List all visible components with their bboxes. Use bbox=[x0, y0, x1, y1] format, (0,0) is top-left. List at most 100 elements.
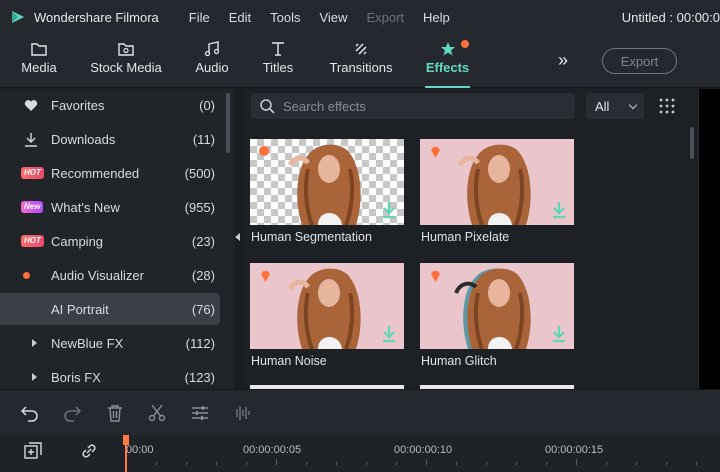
effects-star-icon bbox=[440, 42, 455, 56]
sidebar-item-favorites[interactable]: Favorites (0) bbox=[0, 89, 220, 121]
effect-thumbnail bbox=[420, 263, 574, 349]
download-icon[interactable] bbox=[382, 201, 396, 219]
tick-mark bbox=[516, 462, 517, 465]
menu-bar: File Edit Tools View Export Help bbox=[189, 10, 469, 25]
tab-titles[interactable]: Titles bbox=[261, 34, 295, 88]
effect-card-human-segmentation[interactable]: Human Segmentation bbox=[250, 139, 404, 251]
effect-thumbnail bbox=[250, 263, 404, 349]
effect-card-human-pixelate[interactable]: Human Pixelate bbox=[420, 139, 574, 251]
premium-dot-icon bbox=[259, 146, 269, 156]
effect-thumbnail bbox=[250, 139, 404, 225]
timeline-toolbar bbox=[0, 389, 720, 435]
title-bar: Wondershare Filmora File Edit Tools View… bbox=[0, 0, 720, 34]
stock-media-icon bbox=[118, 43, 134, 56]
menu-view[interactable]: View bbox=[319, 10, 347, 25]
effect-card-human-glitch[interactable]: Human Glitch bbox=[420, 263, 574, 375]
download-icon[interactable] bbox=[382, 325, 396, 343]
playhead[interactable] bbox=[123, 435, 129, 472]
document-title: Untitled : 00:00:0 bbox=[621, 10, 720, 25]
tick-mark bbox=[186, 462, 187, 465]
sidebar-item-ai-portrait[interactable]: AI Portrait (76) bbox=[0, 293, 220, 325]
filter-dropdown[interactable]: All bbox=[586, 93, 644, 119]
dot-icon bbox=[23, 271, 30, 279]
tab-stock-media[interactable]: Stock Media bbox=[90, 34, 162, 88]
download-icon[interactable] bbox=[552, 201, 566, 219]
sidebar-item-newblue-fx[interactable]: NewBlue FX (112) bbox=[0, 327, 220, 359]
effect-thumbnail bbox=[420, 139, 574, 225]
filmora-logo-icon bbox=[12, 11, 24, 23]
hot-badge: HOT bbox=[21, 167, 44, 179]
link-icon[interactable] bbox=[80, 442, 98, 460]
text-t-icon bbox=[272, 42, 284, 56]
portrait-image bbox=[287, 144, 361, 225]
tick-label: 00:00 bbox=[126, 444, 154, 456]
sidebar-item-audio-visualizer[interactable]: Audio Visualizer (28) bbox=[0, 259, 220, 291]
download-icon bbox=[25, 132, 37, 147]
preview-window bbox=[698, 89, 720, 389]
tick-mark bbox=[156, 462, 157, 465]
heart-icon bbox=[24, 99, 38, 111]
tick-mark bbox=[396, 462, 397, 465]
portrait-image bbox=[457, 144, 531, 225]
tick-mark bbox=[636, 462, 637, 465]
add-track-icon[interactable] bbox=[24, 442, 42, 460]
menu-tools[interactable]: Tools bbox=[270, 10, 300, 25]
timeline-ruler[interactable]: 00:00 00:00:00:05 00:00:00:10 00:00:00:1… bbox=[0, 435, 720, 472]
sidebar-item-camping[interactable]: HOT Camping (23) bbox=[0, 225, 220, 257]
collapse-sidebar-icon[interactable] bbox=[235, 233, 240, 241]
sidebar-item-recommended[interactable]: HOT Recommended (500) bbox=[0, 157, 220, 189]
tick-mark bbox=[546, 462, 547, 465]
tick-mark bbox=[426, 459, 427, 465]
grid-view-icon[interactable] bbox=[659, 98, 675, 114]
menu-file[interactable]: File bbox=[189, 10, 210, 25]
tick-mark bbox=[486, 462, 487, 465]
caret-right-icon bbox=[32, 373, 37, 381]
tab-transitions[interactable]: Transitions bbox=[329, 34, 393, 88]
menu-edit[interactable]: Edit bbox=[229, 10, 251, 25]
more-tabs-button[interactable]: » bbox=[558, 50, 568, 71]
menu-export[interactable]: Export bbox=[366, 10, 404, 25]
tick-mark bbox=[336, 462, 337, 465]
chevron-down-icon bbox=[628, 100, 638, 110]
tick-label: 00:00:00:10 bbox=[394, 444, 453, 456]
tick-mark bbox=[666, 462, 667, 465]
transitions-icon bbox=[355, 43, 367, 55]
tick-mark bbox=[576, 459, 577, 465]
effects-scrollbar[interactable] bbox=[690, 127, 694, 159]
download-icon[interactable] bbox=[552, 325, 566, 343]
adjust-sliders-icon[interactable] bbox=[190, 403, 210, 423]
undo-icon[interactable] bbox=[20, 403, 40, 423]
tick-mark bbox=[306, 462, 307, 465]
gem-icon bbox=[431, 147, 440, 158]
sidebar-scrollbar[interactable] bbox=[226, 93, 230, 153]
effect-card-human-noise[interactable]: Human Noise bbox=[250, 263, 404, 375]
effects-notification-dot bbox=[461, 40, 469, 48]
sidebar-item-whats-new[interactable]: New What's New (955) bbox=[0, 191, 220, 223]
scissors-icon[interactable] bbox=[147, 403, 167, 423]
portrait-image bbox=[454, 268, 531, 349]
delete-icon[interactable] bbox=[105, 403, 125, 423]
tick-label: 00:00:00:15 bbox=[545, 444, 604, 456]
export-button[interactable]: Export bbox=[602, 48, 677, 74]
search-input[interactable] bbox=[283, 98, 575, 114]
tab-audio[interactable]: Audio bbox=[195, 34, 229, 88]
tick-mark bbox=[276, 459, 277, 465]
tick-mark bbox=[216, 462, 217, 465]
gem-icon bbox=[431, 271, 440, 282]
sidebar-item-downloads[interactable]: Downloads (11) bbox=[0, 123, 220, 155]
tick-mark bbox=[456, 462, 457, 465]
audio-waveform-icon[interactable] bbox=[232, 403, 252, 423]
app-name: Wondershare Filmora bbox=[34, 9, 159, 25]
search-bar bbox=[251, 93, 575, 119]
menu-help[interactable]: Help bbox=[423, 10, 450, 25]
tick-mark bbox=[366, 462, 367, 465]
caret-right-icon bbox=[32, 339, 37, 347]
tick-mark bbox=[696, 462, 697, 465]
search-icon bbox=[260, 99, 275, 114]
tab-media[interactable]: Media bbox=[21, 34, 57, 88]
tick-mark bbox=[246, 462, 247, 465]
tick-mark bbox=[606, 462, 607, 465]
redo-icon[interactable] bbox=[62, 403, 82, 423]
effects-category-sidebar: Favorites (0) Downloads (11) HOT Recomme… bbox=[0, 89, 234, 389]
new-badge: New bbox=[21, 201, 44, 213]
